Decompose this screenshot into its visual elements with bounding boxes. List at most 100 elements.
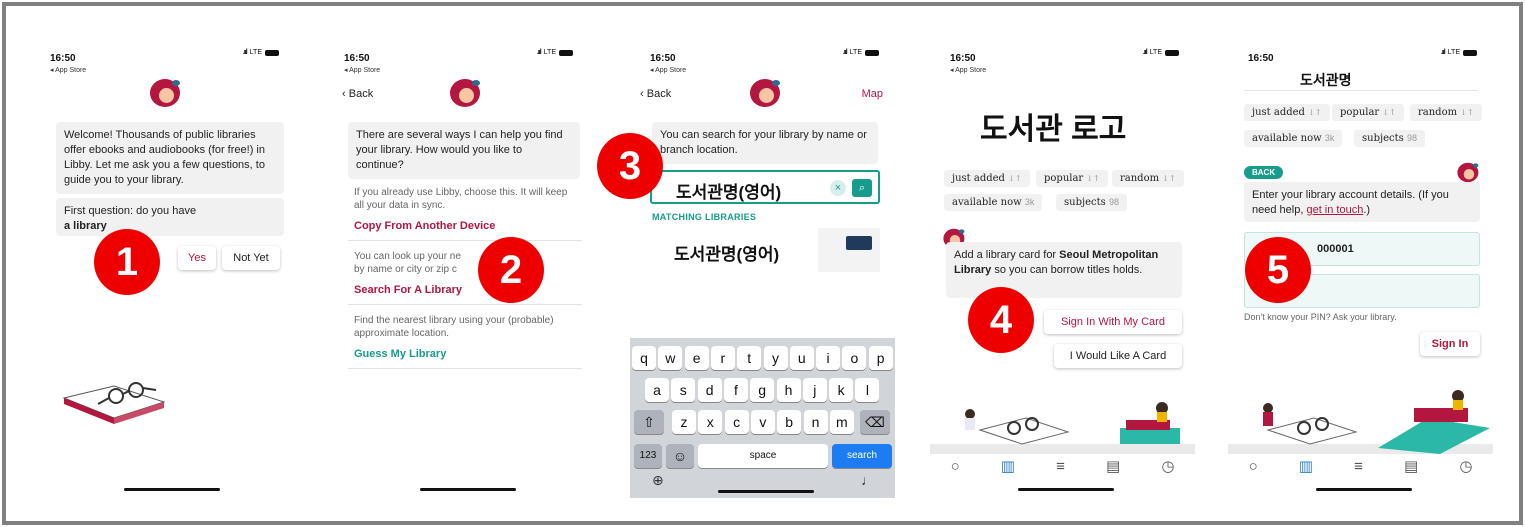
tag-random[interactable]: random ↓↑ — [1112, 170, 1184, 187]
search-icon[interactable]: ⌕ — [852, 179, 872, 197]
copy-from-device-link[interactable]: Copy From Another Device — [354, 220, 495, 232]
key-y[interactable]: y — [763, 346, 788, 370]
tag-popular[interactable]: popular ↓↑ — [1332, 104, 1404, 121]
divider — [348, 304, 582, 305]
pin-help-text: Don't know your PIN? Ask your library. — [1244, 312, 1397, 322]
matching-libraries-heading: MATCHING LIBRARIES — [652, 212, 757, 222]
key-v[interactable]: v — [750, 410, 775, 434]
search-icon[interactable]: ○ — [1249, 458, 1258, 475]
sign-in-with-card-button[interactable]: Sign In With My Card — [1044, 310, 1182, 334]
tag-popular[interactable]: popular ↓↑ — [1036, 170, 1108, 187]
key-j[interactable]: j — [802, 378, 827, 402]
sign-in-button[interactable]: Sign In — [1420, 332, 1480, 356]
library-logo-placeholder: 도서관 로고 — [980, 113, 1127, 146]
intro-message: There are several ways I can help you fi… — [348, 122, 580, 179]
back-button[interactable]: ‹ Back — [342, 88, 373, 100]
tag-subjects[interactable]: subjects 98 — [1056, 194, 1127, 211]
key-e[interactable]: e — [684, 346, 709, 370]
backspace-key[interactable]: ⌫ — [860, 410, 890, 434]
step-badge-1: 1 — [94, 229, 160, 295]
want-card-button[interactable]: I Would Like A Card — [1054, 344, 1182, 368]
signal-indicator: .ııl LTE — [1143, 49, 1179, 56]
key-a[interactable]: a — [645, 378, 669, 402]
guess-my-library-link[interactable]: Guess My Library — [354, 348, 446, 360]
battery-icon — [1463, 49, 1477, 56]
numbers-key[interactable]: 123 — [634, 444, 662, 468]
library-result-item[interactable]: 도서관명(영어) — [650, 228, 818, 272]
key-h[interactable]: h — [776, 378, 801, 402]
get-in-touch-link[interactable]: get in touch — [1306, 204, 1363, 216]
key-z[interactable]: z — [672, 410, 696, 434]
timeline-icon[interactable]: ◷ — [1161, 457, 1174, 475]
key-b[interactable]: b — [777, 410, 802, 434]
shift-key[interactable]: ⇧ — [634, 410, 664, 434]
tag-available-now[interactable]: available now 3k — [1244, 130, 1343, 147]
home-indicator — [1316, 488, 1412, 491]
key-i[interactable]: i — [816, 346, 841, 370]
clear-icon[interactable]: × — [830, 180, 846, 196]
key-u[interactable]: u — [789, 346, 814, 370]
key-d[interactable]: d — [697, 378, 722, 402]
key-n[interactable]: n — [803, 410, 828, 434]
key-t[interactable]: t — [737, 346, 762, 370]
library-icon[interactable]: ▥ — [1001, 457, 1015, 475]
key-s[interactable]: s — [671, 378, 696, 402]
status-bar: 16:50 ◂ App Store .ııl LTE — [950, 48, 1179, 74]
key-w[interactable]: w — [658, 346, 683, 370]
signal-indicator: .ııl LTE — [1441, 49, 1477, 56]
screenshot-frame: 16:50 ◂ App Store .ııl LTE Welcome! Thous… — [2, 2, 1523, 525]
phone-screen-find-library: 16:50 ◂ App Store .ııl LTE ‹ Back There a… — [324, 42, 589, 498]
shelf-icon[interactable]: ▤ — [1106, 457, 1120, 475]
key-o[interactable]: o — [842, 346, 867, 370]
back-to-app-store[interactable]: ◂ App Store — [950, 66, 1179, 74]
key-c[interactable]: c — [724, 410, 749, 434]
phone-screen-add-card: 16:50 ◂ App Store .ııl LTE 도서관 로고 just ad… — [930, 42, 1195, 498]
status-time: 16:50 — [50, 53, 76, 64]
not-yet-button[interactable]: Not Yet — [222, 246, 280, 270]
key-q[interactable]: q — [632, 346, 656, 370]
home-indicator — [124, 488, 220, 491]
timeline-icon[interactable]: ◷ — [1459, 457, 1472, 475]
search-key[interactable]: search — [832, 444, 892, 468]
account-details-message: Enter your library account details. (If … — [1244, 182, 1480, 222]
tag-available-now[interactable]: available now 3k — [944, 194, 1043, 211]
back-to-app-store[interactable]: ◂ App Store — [50, 66, 279, 74]
microphone-icon[interactable]: ♩ — [861, 472, 875, 488]
library-search-input[interactable]: 도서관명(영어) × ⌕ — [650, 170, 880, 204]
back-tag-button[interactable]: BACK — [1244, 166, 1284, 179]
menu-icon[interactable]: ≡ — [1056, 458, 1065, 475]
search-for-library-link[interactable]: Search For A Library — [354, 284, 462, 296]
tag-just-added[interactable]: just added ↓↑ — [1244, 104, 1330, 121]
library-result-card[interactable] — [818, 228, 880, 272]
key-x[interactable]: x — [698, 410, 723, 434]
search-icon[interactable]: ○ — [951, 458, 960, 475]
key-l[interactable]: l — [855, 378, 880, 402]
back-to-app-store[interactable]: ◂ App Store — [650, 66, 879, 74]
phone-screen-search: 16:50 ◂ App Store .ııl LTE ‹ Back Map You… — [630, 42, 895, 498]
yes-button[interactable]: Yes — [178, 246, 216, 270]
key-m[interactable]: m — [829, 410, 854, 434]
status-bar: 16:50 ◂ App Store .ııl LTE — [344, 48, 573, 74]
tag-random[interactable]: random ↓↑ — [1410, 104, 1482, 121]
key-k[interactable]: k — [829, 378, 854, 402]
globe-icon[interactable]: ⊕ — [652, 472, 664, 489]
map-link[interactable]: Map — [862, 88, 883, 100]
chevron-left-icon: ‹ — [640, 88, 644, 100]
key-r[interactable]: r — [710, 346, 735, 370]
shelf-icon[interactable]: ▤ — [1404, 457, 1418, 475]
tag-subjects[interactable]: subjects 98 — [1354, 130, 1425, 147]
space-key[interactable]: space — [698, 444, 828, 468]
tag-just-added[interactable]: just added ↓↑ — [944, 170, 1030, 187]
key-f[interactable]: f — [723, 378, 748, 402]
key-g[interactable]: g — [750, 378, 775, 402]
back-button[interactable]: ‹ Back — [640, 88, 671, 100]
library-card-icon — [846, 236, 872, 250]
divider — [348, 240, 582, 241]
back-to-app-store[interactable]: ◂ App Store — [344, 66, 573, 74]
status-bar: 16:50 ◂ App Store .ııl LTE — [650, 48, 879, 74]
menu-icon[interactable]: ≡ — [1354, 458, 1363, 475]
emoji-icon[interactable]: ☺ — [666, 444, 694, 468]
library-icon[interactable]: ▥ — [1299, 457, 1313, 475]
key-p[interactable]: p — [868, 346, 893, 370]
libby-logo — [148, 78, 182, 108]
